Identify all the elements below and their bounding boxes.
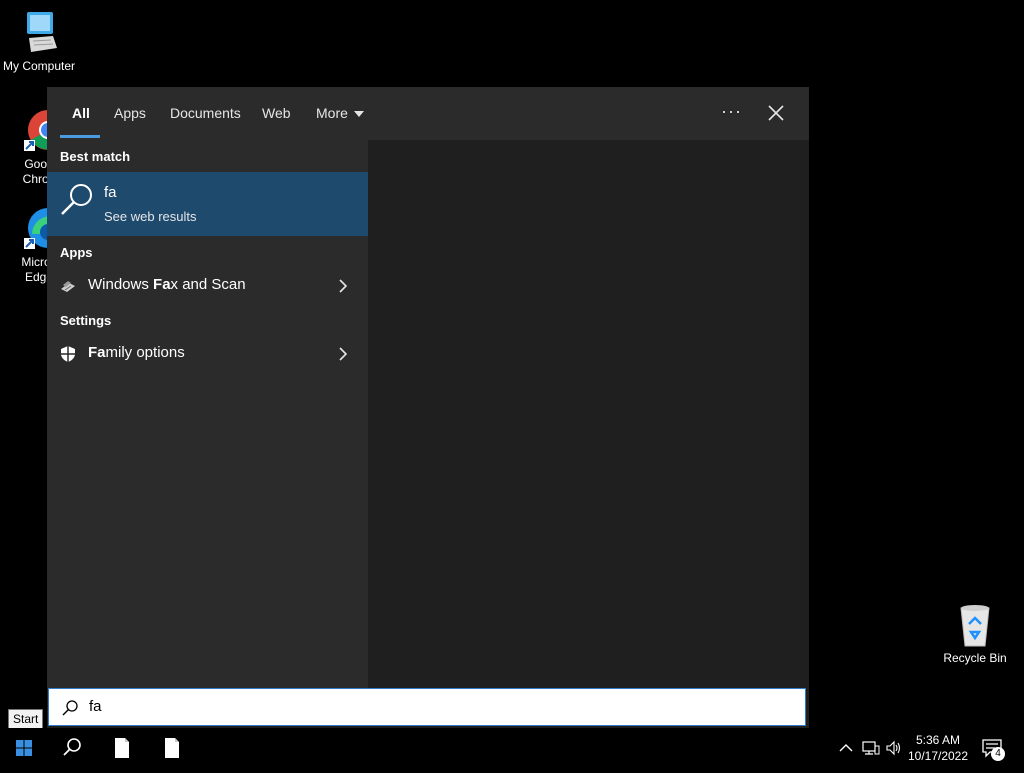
setting-result-label: Family options bbox=[88, 344, 185, 361]
best-match-heading: Best match bbox=[60, 149, 131, 164]
label-rest: mily options bbox=[105, 344, 185, 361]
recycle-bin-icon bbox=[960, 605, 990, 647]
clock-date: 10/17/2022 bbox=[907, 749, 969, 763]
chevron-right-icon[interactable] bbox=[337, 347, 349, 361]
settings-heading: Settings bbox=[60, 313, 112, 328]
results-list: Best match fa See web results Apps Windo… bbox=[47, 140, 368, 688]
tab-documents[interactable]: Documents bbox=[170, 105, 241, 121]
search-icon bbox=[62, 700, 78, 716]
tab-all[interactable]: All bbox=[72, 105, 90, 121]
taskbar-clock[interactable]: 5:36 AM 10/17/2022 bbox=[904, 732, 972, 764]
desktop-icon-recycle-bin[interactable]: Recycle Bin bbox=[936, 600, 1014, 666]
tab-web[interactable]: Web bbox=[262, 105, 291, 121]
tab-apps[interactable]: Apps bbox=[114, 105, 146, 121]
best-match-subtitle: See web results bbox=[104, 209, 197, 224]
search-panel: All Apps Documents Web More ··· Best mat… bbox=[47, 87, 809, 728]
close-icon[interactable] bbox=[765, 102, 787, 124]
tab-more-label: More bbox=[316, 105, 348, 121]
app-result-label: Windows Fax and Scan bbox=[88, 276, 246, 293]
active-tab-indicator bbox=[60, 135, 100, 138]
desktop-icon-my-computer[interactable]: My Computer bbox=[0, 8, 78, 74]
notification-count-badge: 4 bbox=[991, 747, 1005, 761]
apps-heading: Apps bbox=[60, 245, 93, 260]
preview-pane bbox=[368, 140, 809, 688]
label-prefix: Windows bbox=[88, 276, 154, 293]
label-rest: x and Scan bbox=[170, 276, 246, 293]
network-icon[interactable] bbox=[862, 740, 880, 756]
best-match-title: fa bbox=[104, 184, 117, 201]
taskbar-file-button[interactable] bbox=[148, 728, 196, 768]
computer-icon bbox=[27, 12, 57, 52]
desktop-icon-label: Recycle Bin bbox=[943, 651, 1007, 665]
more-options-button[interactable]: ··· bbox=[721, 101, 742, 122]
desktop-icon-label: My Computer bbox=[2, 59, 76, 73]
search-input[interactable] bbox=[87, 697, 791, 716]
chevron-up-icon[interactable] bbox=[838, 740, 854, 756]
clock-time: 5:36 AM bbox=[915, 733, 961, 747]
label-match: Fa bbox=[88, 344, 106, 361]
taskbar-search-button[interactable] bbox=[48, 728, 96, 768]
fax-scanner-icon bbox=[61, 281, 75, 292]
start-tooltip: Start bbox=[8, 709, 44, 729]
start-button[interactable] bbox=[0, 728, 48, 768]
chevron-right-icon[interactable] bbox=[337, 279, 349, 293]
document-icon bbox=[165, 738, 179, 758]
shield-icon bbox=[61, 346, 75, 362]
taskbar: 5:36 AM 10/17/2022 4 bbox=[0, 728, 1024, 768]
search-tab-bar: All Apps Documents Web More ··· bbox=[47, 87, 809, 140]
search-icon bbox=[63, 738, 81, 756]
best-match-result[interactable]: fa See web results bbox=[47, 172, 368, 236]
search-icon bbox=[61, 184, 92, 215]
chevron-down-icon bbox=[353, 111, 364, 118]
label-match: Fa bbox=[153, 276, 171, 293]
tab-more[interactable]: More bbox=[316, 105, 364, 121]
search-box[interactable] bbox=[48, 688, 806, 726]
action-center-button[interactable]: 4 bbox=[981, 738, 1007, 762]
volume-icon[interactable] bbox=[885, 740, 903, 756]
taskbar-file-button[interactable] bbox=[98, 728, 146, 768]
setting-result-family-options[interactable]: Family options bbox=[47, 338, 368, 370]
document-icon bbox=[115, 738, 129, 758]
app-result-windows-fax-and-scan[interactable]: Windows Fax and Scan bbox=[47, 270, 368, 302]
windows-logo-icon bbox=[16, 740, 32, 756]
